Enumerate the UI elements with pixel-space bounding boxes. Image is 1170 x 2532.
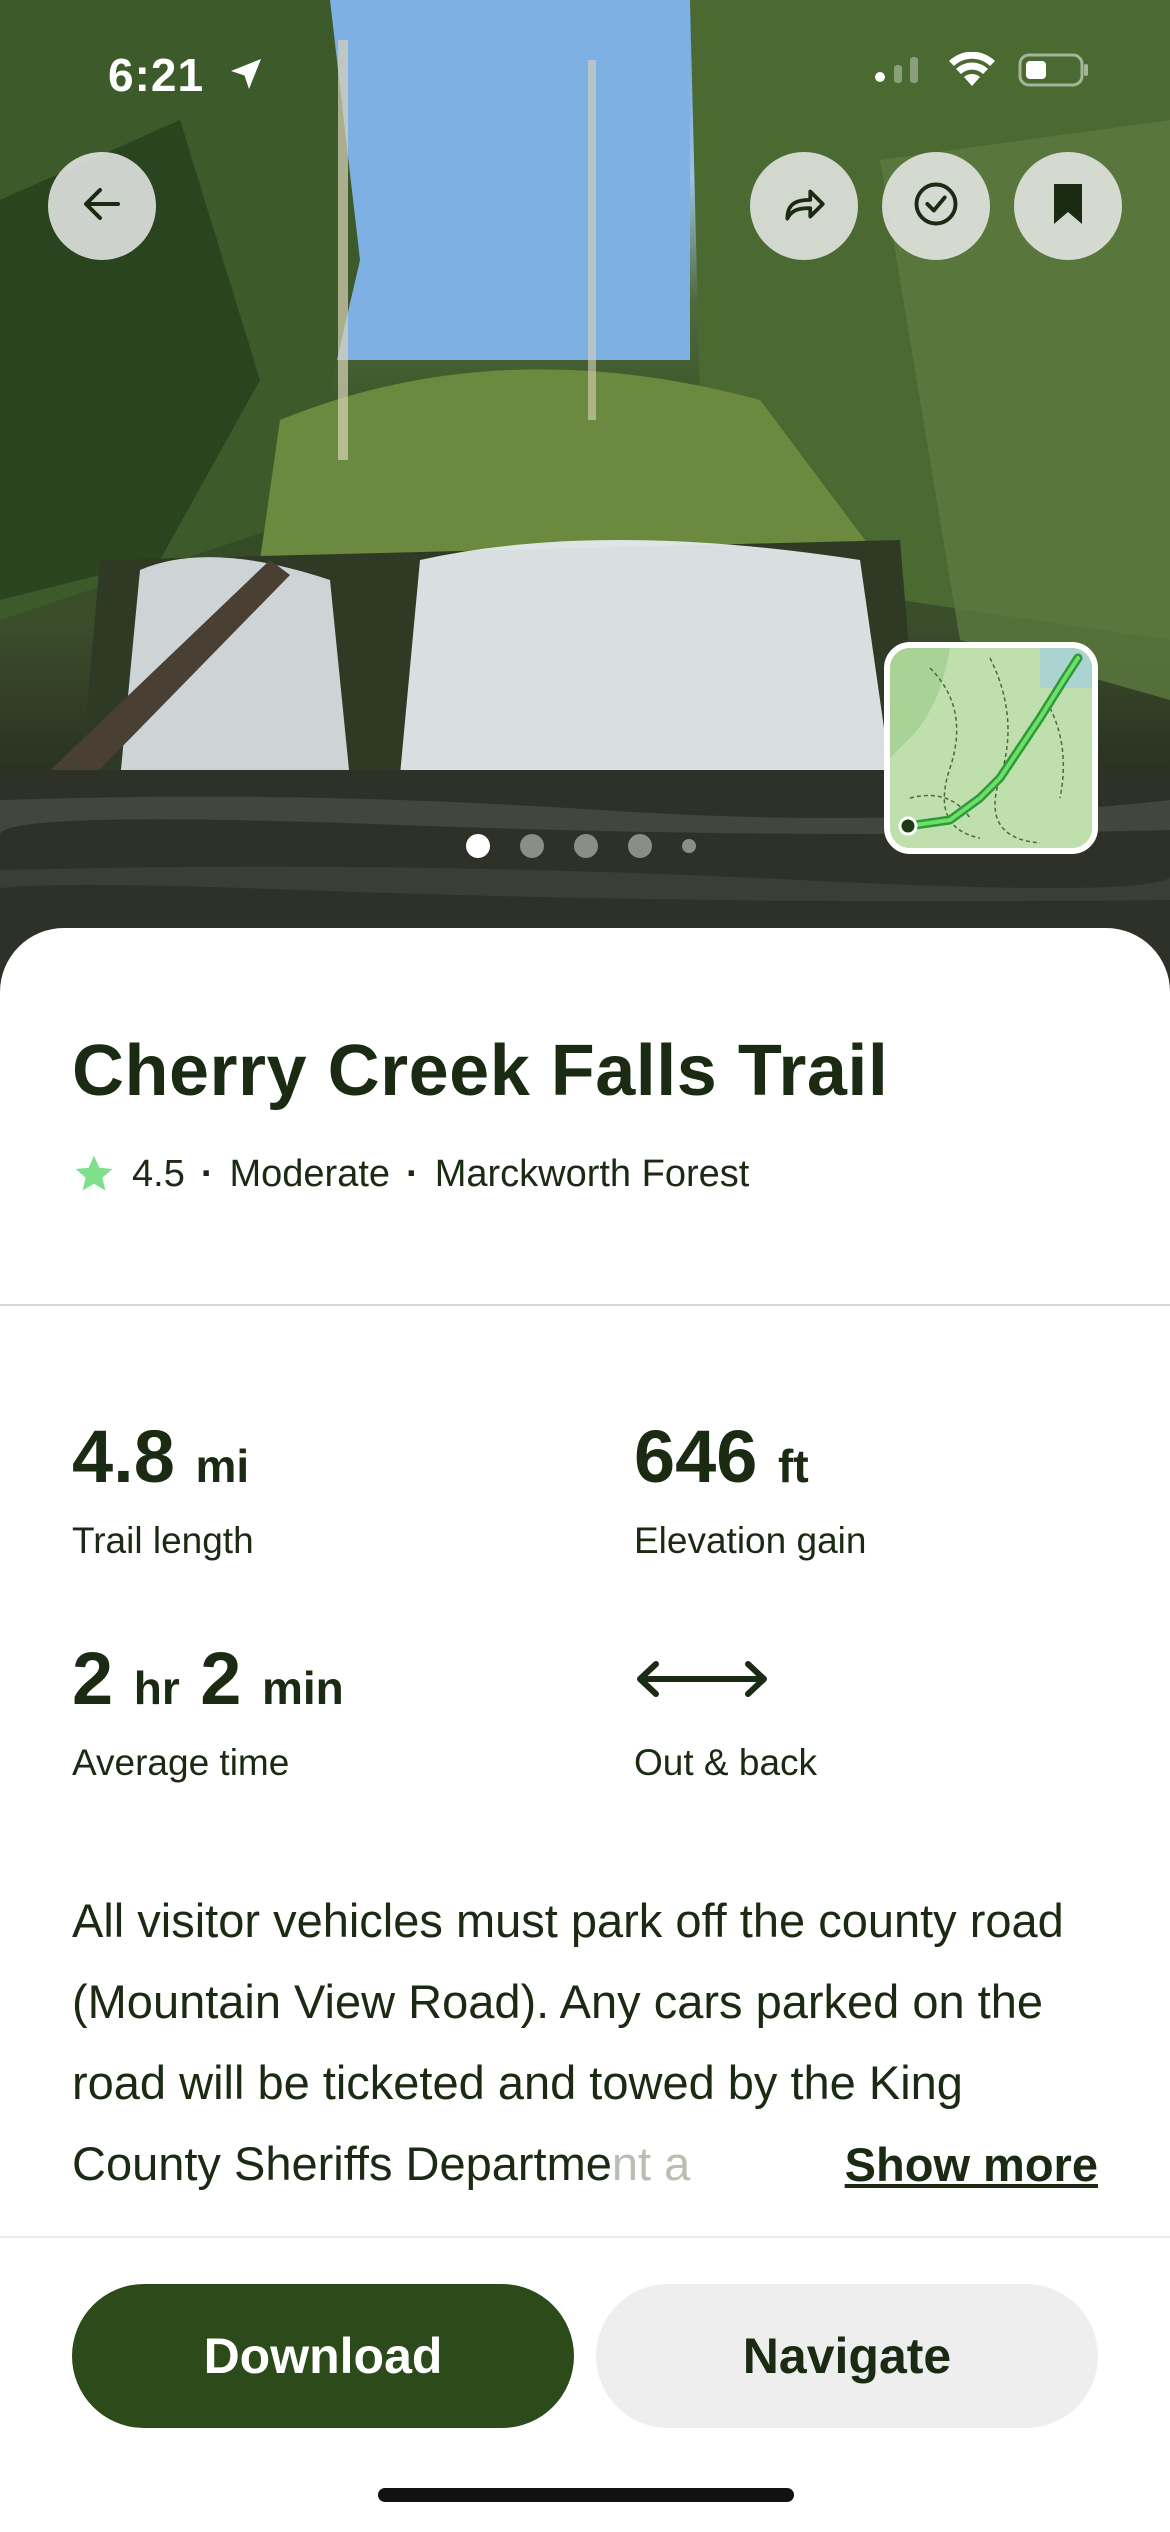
back-arrow-icon bbox=[78, 180, 126, 233]
navigate-button[interactable]: Navigate bbox=[596, 2284, 1098, 2428]
pager-dot[interactable] bbox=[682, 839, 696, 853]
signal-icon bbox=[872, 55, 926, 90]
trail-title: Cherry Creek Falls Trail bbox=[72, 1031, 889, 1111]
back-button[interactable] bbox=[48, 152, 156, 260]
stat-label: Out & back bbox=[634, 1742, 818, 1783]
pager-dot[interactable] bbox=[628, 834, 652, 858]
wifi-icon bbox=[948, 51, 996, 93]
trail-meta: 4.5 · Moderate · Marckworth Forest bbox=[72, 1152, 749, 1196]
meta-separator: · bbox=[406, 1152, 419, 1195]
stat-route-type: Out & back bbox=[634, 1642, 817, 1784]
status-time: 6:21 bbox=[108, 49, 205, 101]
trail-detail-screen: 6:21 Cherry Creek Falls Trail 4.5 · Mode… bbox=[0, 0, 1170, 2532]
photo-pager[interactable] bbox=[466, 834, 696, 858]
battery-icon bbox=[1018, 52, 1090, 93]
section-divider bbox=[0, 1304, 1170, 1306]
star-icon bbox=[72, 1152, 116, 1196]
bookmark-icon bbox=[1046, 180, 1090, 233]
pager-dot[interactable] bbox=[466, 834, 490, 858]
stat-label: Elevation gain bbox=[634, 1520, 867, 1561]
trail-difficulty: Moderate bbox=[229, 1152, 391, 1195]
show-more-link[interactable]: Show more bbox=[836, 2124, 1098, 2205]
trail-map-thumbnail[interactable] bbox=[884, 642, 1098, 854]
share-icon bbox=[779, 179, 829, 234]
download-button[interactable]: Download bbox=[72, 2284, 574, 2428]
meta-separator: · bbox=[200, 1152, 214, 1195]
stat-label: Trail length bbox=[72, 1520, 254, 1561]
bookmark-button[interactable] bbox=[1014, 152, 1122, 260]
trail-map-preview bbox=[890, 648, 1092, 848]
stat-value: 4.8 mi bbox=[72, 1415, 250, 1498]
trail-photo[interactable]: 6:21 bbox=[0, 0, 1170, 1000]
trail-rating: 4.5 bbox=[132, 1152, 185, 1195]
stat-elevation-gain: 646 ft Elevation gain bbox=[634, 1420, 866, 1562]
status-bar: 6:21 bbox=[0, 0, 1170, 150]
stat-trail-length: 4.8 mi Trail length bbox=[72, 1420, 254, 1562]
out-and-back-arrow-icon bbox=[634, 1642, 817, 1716]
home-indicator[interactable] bbox=[378, 2488, 794, 2502]
pager-dot[interactable] bbox=[520, 834, 544, 858]
trail-area-link[interactable]: Marckworth Forest bbox=[435, 1153, 750, 1196]
stat-value: 2 hr 2 min bbox=[72, 1637, 344, 1720]
location-arrow-icon bbox=[228, 56, 264, 97]
check-circle-icon bbox=[910, 178, 962, 235]
mark-completed-button[interactable] bbox=[882, 152, 990, 260]
pager-dot[interactable] bbox=[574, 834, 598, 858]
stat-label: Average time bbox=[72, 1742, 290, 1783]
share-button[interactable] bbox=[750, 152, 858, 260]
stat-average-time: 2 hr 2 min Average time bbox=[72, 1642, 344, 1784]
stat-value: 646 ft bbox=[634, 1415, 809, 1498]
